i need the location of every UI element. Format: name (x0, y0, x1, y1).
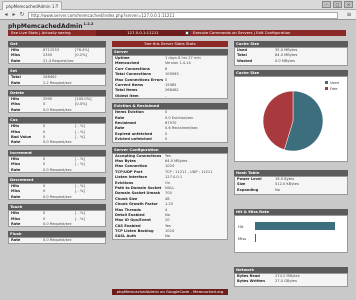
section-increment-panel: Hits 0[ - %] Miss 0[ - %] Rate 0.0 Request/se… (8, 155, 106, 173)
stat-label: Bytes Written (237, 279, 265, 284)
legend-swatch (325, 81, 328, 84)
stat-label: Expanding (237, 187, 259, 192)
stat-row: Rate 0.0 Request/sec (9, 168, 105, 173)
section-config-panel: Accepting Connections Yes Max Bytes 64.0 MB… (112, 152, 228, 240)
stat-label: Rate (11, 167, 21, 172)
stat-row: Oldest Item - (113, 94, 227, 99)
stat-value: No (165, 234, 170, 239)
section-cas-panel: Hits 0[ - %] Miss 0[ - %] Bad Value 0[ - %] Ra… (8, 123, 106, 146)
stat-row: Wasted 0.0 MBytes (235, 59, 347, 64)
stat-value: 0.0 Request/sec (43, 167, 72, 172)
legend-label: Used (330, 81, 339, 85)
stat-row: Rate 21.4 Request/sec (9, 59, 105, 64)
cache-size-panel: Used 35.0 MBytes Total 64.0 MBytes Wasted 0.0… (234, 47, 348, 66)
forward-icon[interactable]: ▸ (10, 11, 18, 19)
stat-value: 0.0 Request/sec (43, 194, 72, 199)
stat-row: Rate 0.0 Request/sec (9, 222, 105, 227)
stat-row: Rate 0.0 Request/sec (9, 195, 105, 200)
footer-link[interactable]: phpMemcachedAdmin on GoogleCode - Memcac… (112, 289, 228, 295)
cache-size-graph: Used Free (234, 76, 348, 162)
stat-label: Oldest Item (115, 93, 139, 98)
legend-swatch (325, 87, 328, 90)
bar-hit (255, 222, 335, 230)
stat-row: Rate 0.0 Request/sec (9, 140, 105, 145)
stat-label: Rate (11, 194, 21, 199)
section-eviction-panel: Items Eviction 0 Rate 0.0 Eviction/sec Recla… (112, 109, 228, 143)
browser-tab[interactable]: phpMemcachedAdmin 1... × (2, 1, 62, 10)
reload-icon[interactable]: ↻ (18, 11, 26, 19)
stat-value: - (165, 93, 167, 98)
close-tab-icon[interactable]: × (55, 3, 59, 9)
stat-label: Rate (11, 140, 21, 145)
dropdown-icon[interactable] (185, 31, 189, 35)
stat-label: SASL Auth (115, 234, 137, 239)
network-panel: Bytes Read 274.2 MBytes Bytes Written 27.0 … (234, 273, 348, 287)
menu-icon[interactable]: ≡ (345, 11, 353, 19)
section-flush-panel: Rate 0.0 Request/sec (8, 237, 106, 244)
bar-label: Hit (238, 224, 244, 229)
stat-row: Evicted unfetched 0 (113, 137, 227, 142)
stat-label: Rate (11, 107, 21, 112)
minimize-button[interactable]: – (322, 1, 331, 8)
section-decrement-panel: Hits 0[ - %] Miss 0[ - %] Rate 0.0 Request/se… (8, 183, 106, 201)
hit-miss-graph: Hit Miss (234, 215, 348, 253)
browser-titlebar: phpMemcachedAdmin 1... × – □ × (0, 0, 356, 10)
stat-row: Rate 2.2 Request/sec (9, 81, 105, 86)
section-server-panel: Uptime 1 days 6 hrs 27 min Memcached Versio… (112, 55, 228, 100)
stat-value: 0.0 Request/sec (43, 107, 72, 112)
stat-value: 0.0 Request/sec (43, 238, 72, 243)
stat-value: 0.0 MBytes (275, 58, 296, 63)
section-get-panel: Hits 6712533 [76.4%] Miss 2350 [0.2%] Rate 21.4… (8, 47, 106, 65)
stat-label: Evicted unfetched (115, 137, 152, 142)
section-delete-panel: Hits 2990 [100.0%] Miss 0 [0.0%] Rate 0.0 Reque… (8, 96, 106, 114)
stat-label: Rate (11, 80, 21, 85)
browser-toolbar: ◂ ▸ ↻ http://www.server.com/memcached/in… (0, 10, 356, 20)
cache-pie-chart: Used Free (262, 81, 339, 152)
bar-label: Miss (238, 236, 246, 241)
stat-value: 27.0 GBytes (275, 279, 298, 284)
stat-row: Expanding No (235, 188, 347, 193)
maximize-button[interactable]: □ (333, 1, 342, 8)
stat-value: 0.0 Request/sec (43, 221, 72, 226)
stat-label: Rate (11, 221, 21, 226)
stat-value: 0 (165, 137, 168, 142)
bar-miss (255, 234, 256, 242)
page: phpMemcachedAdmin1.2.2 See Live Stats | … (0, 20, 356, 300)
close-button[interactable]: × (344, 1, 353, 8)
stat-value: 0.0 Request/sec (43, 140, 72, 145)
hash-table-panel: Power Level 16.0 Bytes Size 512.0 KBytes Exp… (234, 176, 348, 195)
stat-row: Rate 0.0 Request/sec (9, 238, 105, 243)
stat-label: Wasted (237, 58, 253, 63)
legend-label: Free (330, 87, 337, 91)
window-controls: – □ × (322, 1, 353, 8)
hit-miss-chart: Hit Miss (238, 222, 335, 242)
address-bar[interactable]: http://www.server.com/memcached/index.ph… (28, 12, 338, 19)
stat-label: Rate (11, 238, 21, 243)
stat-value: 21.4 Request/sec (43, 58, 75, 63)
section-set-panel: Total 268462 Rate 2.2 Request/sec (8, 74, 106, 86)
stat-value: 2.2 Request/sec (43, 80, 72, 85)
stat-row: Bytes Written 27.0 GBytes (235, 279, 347, 284)
stat-row: SASL Auth No (113, 234, 227, 239)
slabs-stats-link[interactable]: See this Server Slabs Stats (112, 41, 228, 47)
tab-title: phpMemcachedAdmin 1... (6, 4, 59, 9)
section-touch-panel: Hits 0[ - %] Miss 0[ - %] Rate 0.0 Request/se… (8, 210, 106, 228)
stat-row: Rate 0.0 Request/sec (9, 108, 105, 113)
live-stats-link[interactable]: See Live Stats | Actually seeing (8, 30, 96, 36)
stat-value: No (275, 187, 280, 192)
stat-label: Rate (11, 58, 21, 63)
back-icon[interactable]: ◂ (2, 11, 10, 19)
execute-commands-link[interactable]: Execute Commands on Servers | Edit Confi… (190, 30, 346, 36)
app-logo: phpMemcachedAdmin1.2.2 (8, 22, 94, 30)
server-selector[interactable]: 127.0.0.1:11211 (96, 30, 190, 36)
